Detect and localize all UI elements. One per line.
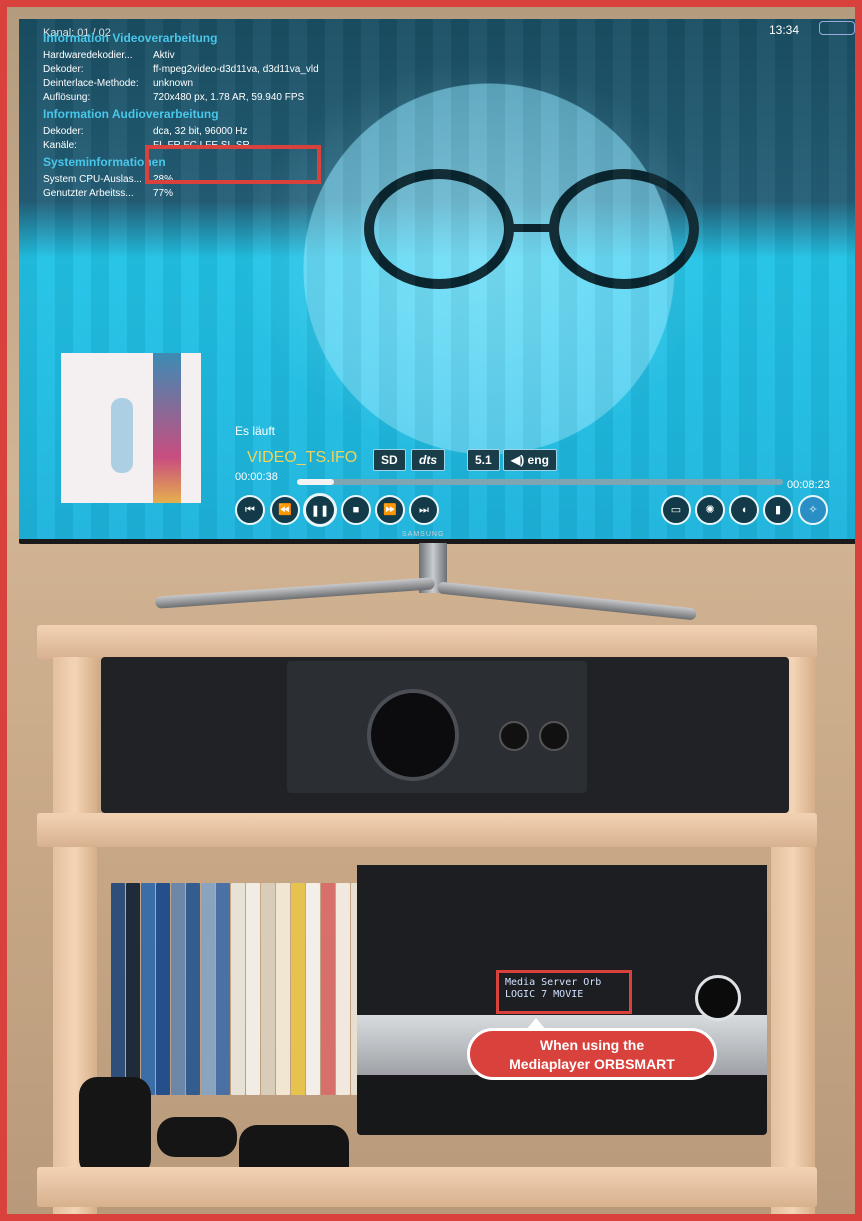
info-value: unknown bbox=[153, 78, 194, 89]
info-row: Dekoder: dca, 32 bit, 96000 Hz bbox=[43, 125, 373, 139]
dvd-case bbox=[141, 883, 155, 1095]
photo-frame: Kanal: 01 / 02 13:34 Information Videove… bbox=[0, 0, 862, 1221]
audio-decoder-highlight bbox=[145, 145, 321, 184]
info-key: Dekoder: bbox=[43, 64, 84, 75]
subtitles-icon[interactable]: ▭ bbox=[661, 495, 691, 525]
playback-status: Es läuft bbox=[235, 424, 276, 438]
now-playing-filename: VIDEO_TS.IFO bbox=[247, 449, 358, 466]
dvd-case bbox=[306, 883, 320, 1095]
dvd-case bbox=[111, 883, 125, 1095]
stop-icon[interactable]: ■ bbox=[341, 495, 371, 525]
channels-badge: 5.1 bbox=[467, 449, 500, 471]
tv-stand-foot-right bbox=[437, 581, 697, 621]
receiver-display-highlight: Media Server Orb LOGIC 7 MOVIE bbox=[496, 970, 632, 1014]
dvd-case bbox=[201, 883, 215, 1095]
dvd-case bbox=[246, 883, 260, 1095]
television: Kanal: 01 / 02 13:34 Information Videove… bbox=[19, 19, 855, 544]
tv-stand-foot-left bbox=[154, 577, 436, 609]
dvd-case bbox=[276, 883, 290, 1095]
elapsed-time: 00:00:38 bbox=[235, 471, 278, 483]
info-row: Deinterlace-Methode: unknown bbox=[43, 77, 373, 91]
receiver-volume-dial bbox=[695, 975, 741, 1021]
dvd-case bbox=[216, 883, 230, 1095]
info-row: Auflösung: 720x480 px, 1.78 AR, 59.940 FP… bbox=[43, 91, 373, 105]
remote-control bbox=[157, 1117, 237, 1157]
remote-control bbox=[79, 1077, 151, 1177]
tv-screen: Kanal: 01 / 02 13:34 Information Videove… bbox=[19, 19, 855, 539]
info-key: Auflösung: bbox=[43, 92, 91, 103]
dvd-case bbox=[126, 883, 140, 1095]
dvd-case bbox=[321, 883, 335, 1095]
cover-art-thumbnail bbox=[61, 353, 201, 503]
info-key: System CPU-Auslas... bbox=[43, 174, 142, 185]
info-row: Genutzter Arbeitss... 77% bbox=[43, 187, 373, 201]
bookmark-icon[interactable]: ▮ bbox=[763, 495, 793, 525]
clock: 13:34 bbox=[769, 23, 800, 37]
menu-icon[interactable]: ✧ bbox=[798, 495, 828, 525]
callout-bubble: When using the Mediaplayer ORBSMART bbox=[467, 1018, 717, 1080]
audio-info-heading: Information Audioverarbeitung bbox=[43, 107, 219, 121]
cover-art-figure bbox=[111, 398, 133, 473]
pause-icon[interactable]: ❚❚ bbox=[303, 493, 337, 527]
audio-codec-badge: dts bbox=[411, 449, 445, 471]
bottom-shelf bbox=[37, 1167, 817, 1207]
info-row: Dekoder: ff-mpeg2video-d3d11va, d3d11va_v… bbox=[43, 63, 373, 77]
info-value: ff-mpeg2video-d3d11va, d3d11va_vld bbox=[153, 64, 319, 75]
dvd-case bbox=[231, 883, 245, 1095]
dvd-case bbox=[336, 883, 350, 1095]
seek-bar-fill bbox=[297, 479, 334, 485]
middle-shelf bbox=[37, 813, 817, 847]
info-key: Genutzter Arbeitss... bbox=[43, 188, 134, 199]
skip-back-icon[interactable]: ⏮ bbox=[235, 495, 265, 525]
fast-forward-icon[interactable]: ⏩ bbox=[375, 495, 405, 525]
info-key: Kanäle: bbox=[43, 140, 77, 151]
callout-line1: When using the bbox=[539, 1037, 645, 1053]
amplifier-volume-dial bbox=[367, 689, 459, 781]
info-value: 77% bbox=[153, 188, 174, 199]
info-value: Aktiv bbox=[153, 50, 175, 61]
cover-art-stripe bbox=[153, 353, 181, 503]
info-key: Deinterlace-Methode: bbox=[43, 78, 139, 89]
resolution-badge: SD bbox=[373, 449, 406, 471]
top-shelf bbox=[37, 625, 817, 659]
dvd-stack bbox=[111, 883, 373, 1095]
audio-settings-icon[interactable]: ◖ bbox=[729, 495, 759, 525]
amplifier-knob bbox=[499, 721, 529, 751]
info-value: dca, 32 bit, 96000 Hz bbox=[153, 126, 248, 137]
audio-language-badge: ◀) eng bbox=[503, 449, 557, 471]
dvd-case bbox=[171, 883, 185, 1095]
dvd-case bbox=[261, 883, 275, 1095]
tv-brand-logo: SAMSUNG bbox=[402, 531, 445, 538]
info-key: Hardwaredekodier... bbox=[43, 50, 133, 61]
glasses-bridge bbox=[504, 224, 554, 232]
skip-forward-icon[interactable]: ⏭ bbox=[409, 495, 439, 525]
video-settings-icon[interactable]: ✺ bbox=[695, 495, 725, 525]
amplifier bbox=[101, 657, 789, 813]
amplifier-front-panel bbox=[287, 661, 587, 793]
seek-bar[interactable] bbox=[297, 479, 783, 485]
dvd-case bbox=[291, 883, 305, 1095]
callout-line2: Mediaplayer ORBSMART bbox=[509, 1056, 675, 1072]
glasses-right-lens bbox=[549, 169, 699, 289]
amplifier-knob bbox=[539, 721, 569, 751]
video-info-heading: Information Videoverarbeitung bbox=[43, 31, 218, 45]
rewind-icon[interactable]: ⏪ bbox=[270, 495, 300, 525]
dvd-case bbox=[186, 883, 200, 1095]
glasses-left-lens bbox=[364, 169, 514, 289]
info-value: 720x480 px, 1.78 AR, 59.940 FPS bbox=[153, 92, 305, 103]
top-right-button[interactable] bbox=[819, 21, 855, 35]
receiver-display-line2: LOGIC 7 MOVIE bbox=[505, 989, 584, 1000]
receiver-display-line1: Media Server Orb bbox=[505, 977, 602, 988]
info-key: Dekoder: bbox=[43, 126, 84, 137]
info-row: Hardwaredekodier... Aktiv bbox=[43, 49, 373, 63]
total-time: 00:08:23 bbox=[787, 479, 830, 491]
dvd-case bbox=[156, 883, 170, 1095]
